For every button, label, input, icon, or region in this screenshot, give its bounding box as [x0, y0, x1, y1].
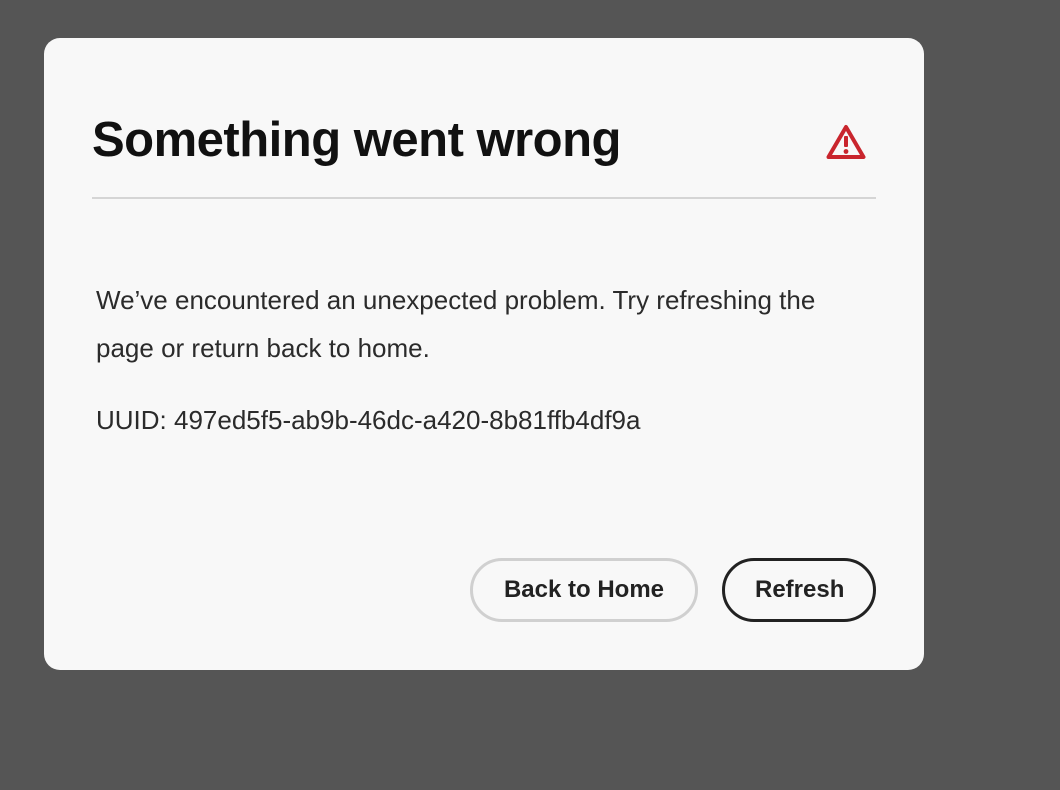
error-message: We’ve encountered an unexpected problem.… — [96, 285, 816, 363]
error-dialog: Something went wrong We’ve encountered a… — [44, 38, 924, 670]
dialog-title: Something went wrong — [92, 113, 621, 167]
dialog-footer: Back to Home Refresh — [470, 558, 876, 622]
refresh-button[interactable]: Refresh — [722, 558, 876, 622]
dialog-header: Something went wrong — [92, 38, 876, 199]
dialog-body: We’ve encountered an unexpected problem.… — [96, 276, 876, 436]
alert-triangle-icon — [826, 124, 866, 160]
error-uuid: UUID: 497ed5f5-ab9b-46dc-a420-8b81ffb4df… — [96, 405, 641, 435]
back-to-home-button[interactable]: Back to Home — [470, 558, 698, 622]
